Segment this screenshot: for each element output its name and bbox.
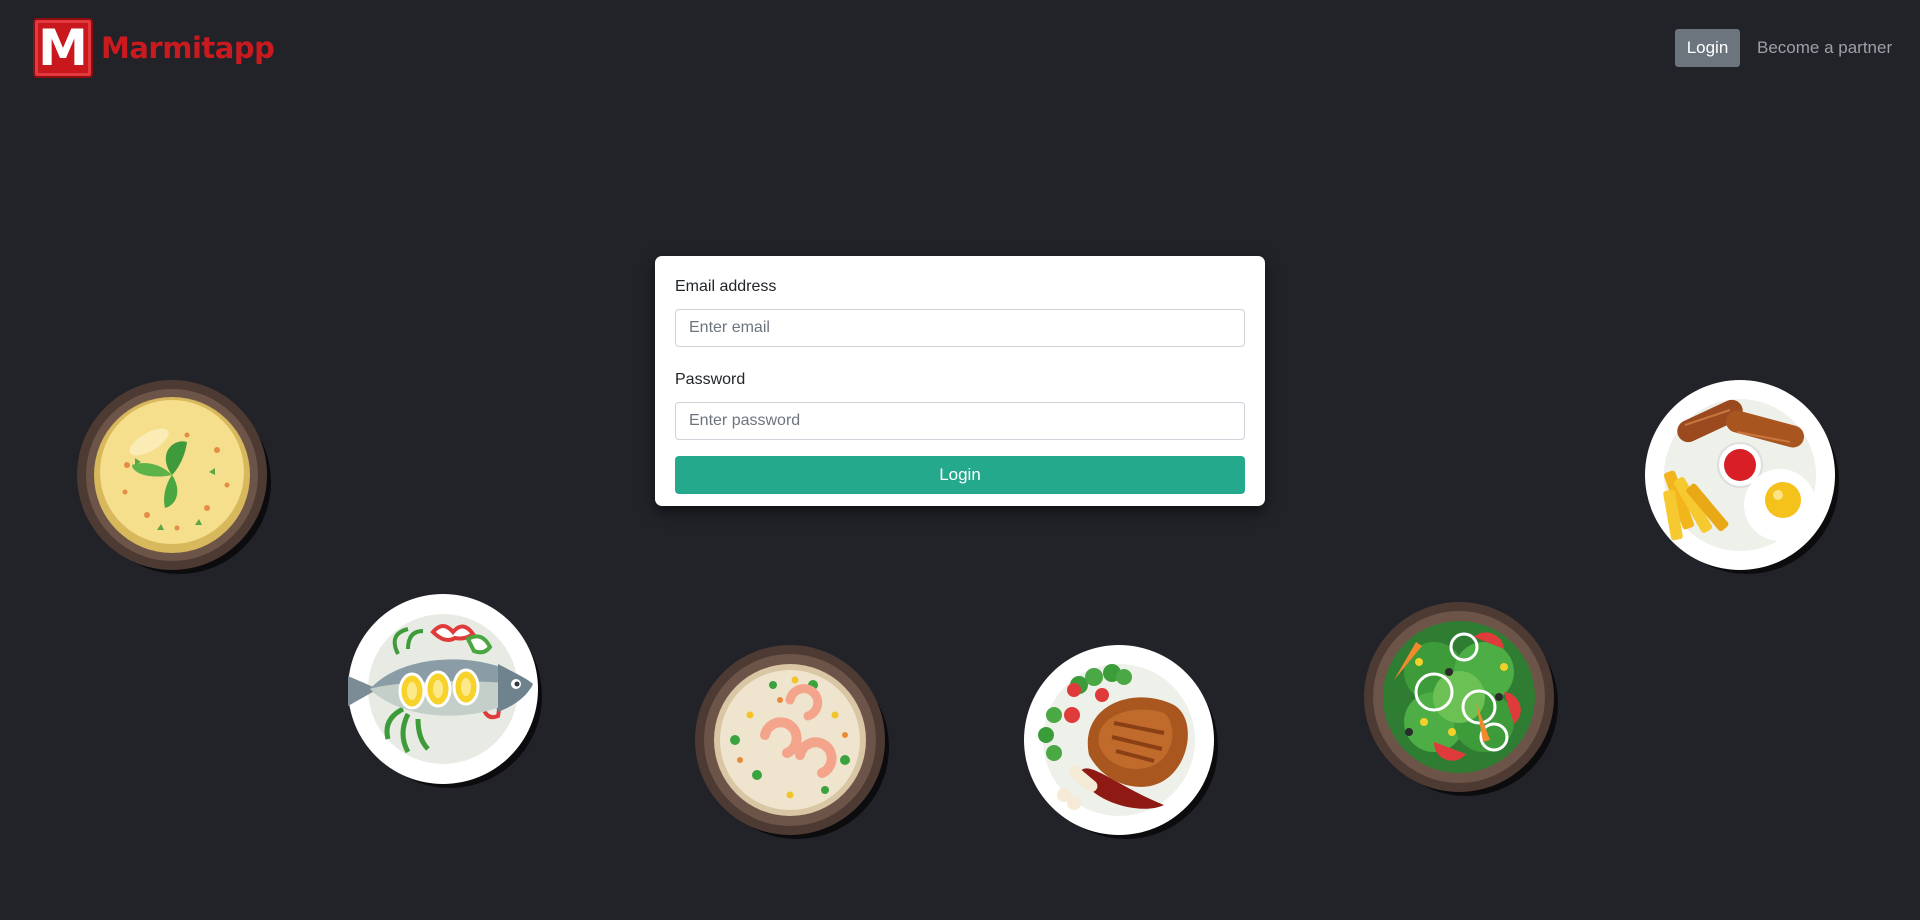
omelette-bowl xyxy=(77,380,271,574)
salad-bowl xyxy=(1364,602,1558,796)
brand-logo-link[interactable]: M Marmitapp xyxy=(33,18,275,78)
brand-logo-icon: M xyxy=(33,18,93,78)
become-partner-link[interactable]: Become a partner xyxy=(1757,38,1892,58)
chicken-icon xyxy=(1024,645,1218,839)
breakfast-icon xyxy=(1645,380,1839,574)
login-form: Email address Password Login xyxy=(655,256,1265,506)
omelette-icon xyxy=(77,380,271,574)
salad-icon xyxy=(1364,602,1558,796)
nav-login-button[interactable]: Login xyxy=(1675,29,1740,67)
chicken-leg-plate xyxy=(1024,645,1218,839)
fish-plate xyxy=(348,594,542,788)
brand-name: Marmitapp xyxy=(101,31,275,65)
shrimp-rice-bowl xyxy=(695,645,889,839)
fish-icon xyxy=(348,594,542,788)
email-input[interactable] xyxy=(675,309,1245,347)
login-submit-button[interactable]: Login xyxy=(675,456,1245,494)
password-input[interactable] xyxy=(675,402,1245,440)
email-label: Email address xyxy=(675,278,777,295)
rice-icon xyxy=(695,645,889,839)
password-label: Password xyxy=(675,371,746,388)
sausage-breakfast-plate xyxy=(1645,380,1839,574)
top-navbar: M Marmitapp Login Become a partner xyxy=(0,0,1920,96)
